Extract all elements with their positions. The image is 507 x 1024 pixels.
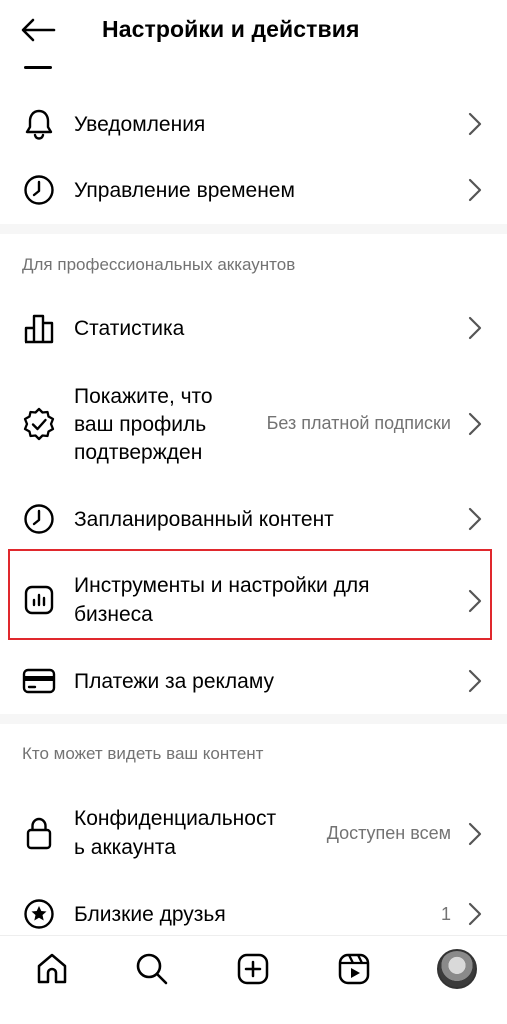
bell-icon [22,107,56,141]
chevron-right-icon [465,409,485,439]
section-title-pro: Для профессиональных аккаунтов [22,255,296,274]
row-label: Запланированный контент [74,507,334,531]
clock-icon [22,502,56,536]
row-account-privacy[interactable]: Конфиденциальност ь аккаунта Доступен вс… [0,803,507,863]
clock-icon [22,173,56,207]
chevron-right-icon [465,899,485,929]
row-value: Доступен всем [326,823,451,843]
row-label-line-3: подтвержден [74,441,203,464]
reels-icon [338,953,370,985]
chevron-right-icon [465,819,485,849]
row-time-management[interactable]: Управление временем [0,170,507,210]
profile-avatar [437,949,477,989]
row-close-friends[interactable]: Близкие друзья 1 [0,894,507,934]
chevron-right-icon [465,504,485,534]
row-statistics[interactable]: Статистика [0,308,507,348]
partially-hidden-row-icon [24,66,52,69]
row-label: Платежи за рекламу [74,669,275,693]
row-label: Управление временем [74,178,295,202]
page-title: Настройки и действия [102,16,360,42]
arrow-left-icon [21,18,56,42]
row-label-line-2: ваш профиль [74,413,207,436]
search-icon [136,953,168,985]
highlight-box [8,549,492,640]
row-label: Близкие друзья [74,902,226,926]
row-label-line-1: Покажите, что [74,385,213,408]
lock-icon [22,816,56,850]
verified-badge-icon [22,407,56,441]
chevron-right-icon [465,175,485,205]
row-ad-payments[interactable]: Платежи за рекламу [0,661,507,701]
row-scheduled-content[interactable]: Запланированный контент [0,499,507,539]
section-title-visibility: Кто может видеть ваш контент [22,744,264,763]
nav-create[interactable] [233,949,273,989]
credit-card-icon [22,664,56,698]
chevron-right-icon [465,666,485,696]
nav-reels[interactable] [334,949,374,989]
bottom-navigation [0,935,507,1024]
bar-chart-icon [22,311,56,345]
star-circle-icon [22,897,56,931]
row-notifications[interactable]: Уведомления [0,104,507,144]
row-label-line-1: Конфиденциальност [74,807,277,830]
chevron-right-icon [465,313,485,343]
nav-home[interactable] [32,949,72,989]
row-verified-profile[interactable]: Покажите, что ваш профиль подтвержден Бе… [0,380,507,468]
section-divider [0,224,507,234]
section-divider [0,714,507,724]
top-bar: Настройки и действия [0,0,507,60]
row-label-line-2: ь аккаунта [74,836,176,859]
chevron-right-icon [465,109,485,139]
nav-search[interactable] [132,949,172,989]
row-label: Статистика [74,316,185,340]
nav-profile[interactable] [437,949,477,989]
row-label: Уведомления [74,112,206,136]
row-value: 1 [440,903,451,924]
create-icon [237,953,269,985]
home-icon [37,953,67,984]
back-button[interactable] [20,14,60,46]
row-value: Без платной подписки [266,413,451,433]
